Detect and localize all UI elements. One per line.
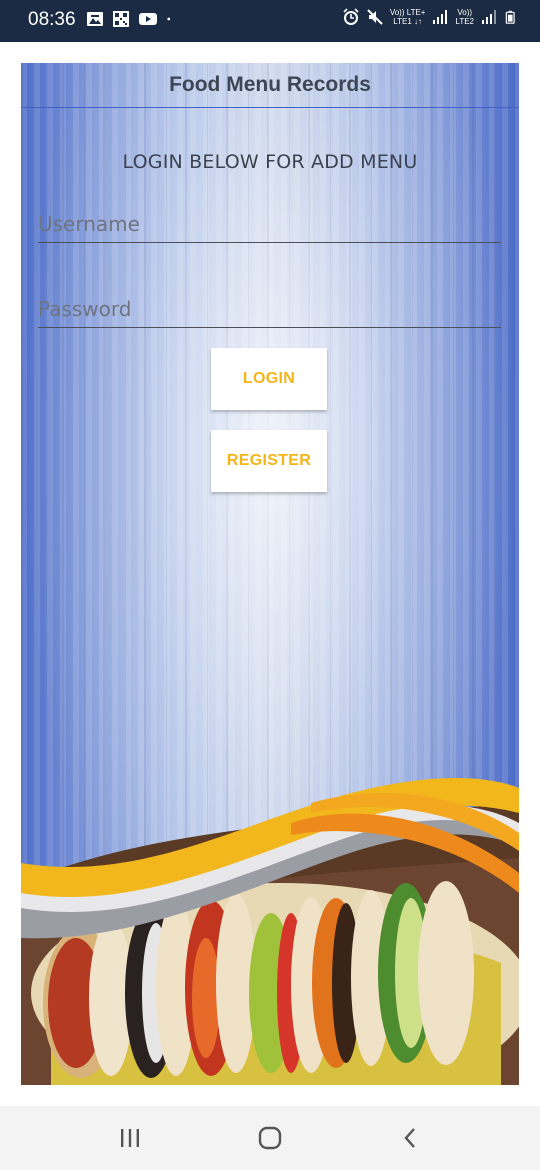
sim2-network: Vo)) LTE2 — [455, 8, 474, 26]
password-input[interactable] — [38, 297, 501, 321]
qr-icon — [113, 11, 129, 27]
home-icon — [258, 1126, 282, 1150]
username-input[interactable] — [38, 212, 501, 236]
notification-icons — [86, 10, 176, 28]
username-field-wrapper — [38, 197, 501, 243]
recent-apps-icon — [121, 1129, 139, 1147]
register-button[interactable]: REGISTER — [211, 430, 327, 492]
password-field-wrapper — [38, 282, 501, 328]
back-icon — [404, 1128, 415, 1148]
sim1-bottom-label: LTE1 ↓↑ — [393, 17, 423, 26]
sim2-top-label: Vo)) — [457, 8, 473, 17]
app-area: Food Menu Records LOGIN BELOW FOR ADD ME… — [0, 42, 540, 1106]
login-instruction: LOGIN BELOW FOR ADD MENU — [122, 151, 418, 173]
sim1-network: Vo)) LTE+ LTE1 ↓↑ — [390, 8, 426, 26]
signal-icon — [482, 10, 496, 24]
status-time: 08:36 — [28, 9, 76, 30]
alarm-icon — [343, 8, 359, 25]
sandwich-3 — [185, 893, 256, 1076]
food-banner-image — [21, 777, 519, 1085]
title-bar: Food Menu Records — [21, 63, 519, 108]
sim1-top-label: Vo)) LTE+ — [389, 8, 426, 17]
back-button[interactable] — [390, 1124, 430, 1152]
gallery-icon — [87, 12, 103, 26]
system-nav-bar — [0, 1106, 540, 1170]
login-button[interactable]: LOGIN — [211, 348, 327, 410]
page-title: Food Menu Records — [169, 73, 371, 96]
battery-icon — [505, 10, 515, 24]
signal-icon — [433, 10, 448, 24]
youtube-icon — [139, 13, 157, 25]
dot-icon — [167, 17, 171, 21]
home-button[interactable] — [250, 1124, 290, 1152]
mute-icon — [367, 9, 383, 25]
status-bar: 08:36 Vo)) LTE+ LTE1 ↓↑ Vo)) LTE2 — [0, 0, 540, 42]
system-icons: Vo)) LTE+ LTE1 ↓↑ Vo)) LTE2 — [342, 8, 518, 26]
login-panel: Food Menu Records LOGIN BELOW FOR ADD ME… — [21, 63, 519, 1085]
recent-apps-button[interactable] — [110, 1124, 150, 1152]
sim2-bottom-label: LTE2 — [455, 17, 474, 26]
